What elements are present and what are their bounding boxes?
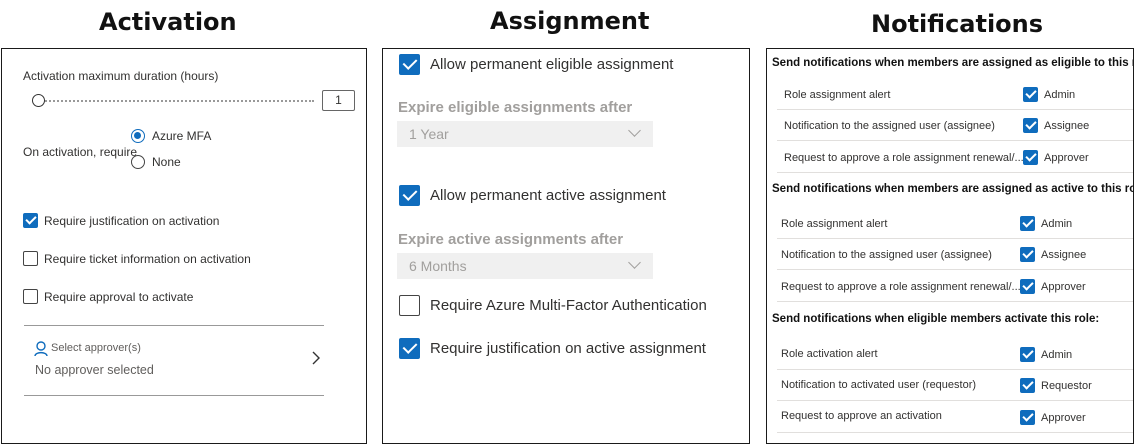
assignment-panel: Allow permanent eligible assignment Expi… (382, 48, 750, 444)
radio-azure-mfa-label: Azure MFA (152, 129, 212, 143)
checkbox-recipient[interactable] (1023, 150, 1038, 165)
table-row: Role activation alert Admin (777, 338, 1133, 370)
assignment-heading: Assignment (490, 7, 650, 35)
divider-top (24, 325, 324, 326)
section-active-title: Send notifications when members are assi… (772, 183, 1134, 195)
radio-none[interactable] (131, 155, 145, 169)
row-recipient: Assignee (1044, 120, 1090, 132)
checkbox-require-ticket[interactable] (23, 251, 38, 266)
row-label: Role assignment alert (781, 218, 888, 230)
checkbox-allow-permanent-eligible[interactable] (399, 54, 420, 75)
expire-active-label: Expire active assignments after (398, 231, 624, 248)
expire-eligible-label: Expire eligible assignments after (398, 99, 633, 116)
row-label: Role assignment alert (784, 89, 891, 101)
checkbox-allow-permanent-active[interactable] (399, 185, 420, 206)
radio-azure-mfa[interactable] (131, 129, 145, 143)
table-row: Request to approve an activation Approve… (777, 401, 1133, 433)
checkbox-require-approval[interactable] (23, 289, 38, 304)
checkbox-require-mfa[interactable] (399, 295, 420, 316)
checkbox-recipient[interactable] (1020, 378, 1035, 393)
checkbox-recipient[interactable] (1020, 410, 1035, 425)
duration-value-input[interactable]: 1 (322, 90, 355, 111)
checkbox-recipient[interactable] (1020, 216, 1035, 231)
require-justification-active-label: Require justification on active assignme… (430, 340, 706, 357)
duration-slider-track[interactable] (38, 100, 314, 102)
table-row: Notification to the assigned user (assig… (777, 110, 1133, 141)
activation-panel: Activation maximum duration (hours) 1 On… (1, 48, 367, 444)
row-label: Role activation alert (781, 348, 878, 360)
allow-permanent-active-label: Allow permanent active assignment (430, 187, 666, 204)
table-row: Notification to the assigned user (assig… (777, 239, 1133, 270)
checkbox-recipient[interactable] (1020, 247, 1035, 262)
row-recipient: Assignee (1041, 249, 1087, 261)
row-recipient: Approver (1041, 412, 1086, 424)
row-recipient: Approver (1041, 281, 1086, 293)
max-duration-label: Activation maximum duration (hours) (23, 69, 219, 83)
require-justification-label: Require justification on activation (44, 214, 220, 228)
section-eligible-title: Send notifications when members are assi… (772, 57, 1134, 69)
table-row: Notification to activated user (requesto… (777, 370, 1133, 401)
approver-value: No approver selected (35, 363, 154, 377)
radio-none-label: None (152, 155, 181, 169)
row-recipient: Requestor (1041, 380, 1092, 392)
row-label: Notification to the assigned user (assig… (781, 249, 992, 261)
notifications-heading: Notifications (871, 10, 1044, 38)
allow-permanent-eligible-label: Allow permanent eligible assignment (430, 56, 674, 73)
activation-heading: Activation (99, 8, 237, 36)
chevron-down-icon (628, 124, 641, 137)
table-row: Role assignment alert Admin (777, 207, 1133, 239)
checkbox-recipient[interactable] (1020, 279, 1035, 294)
expire-eligible-dropdown[interactable]: 1 Year (397, 121, 653, 147)
table-row: Request to approve a role assignment ren… (777, 270, 1133, 302)
row-label: Notification to activated user (requesto… (781, 379, 977, 391)
require-ticket-label: Require ticket information on activation (44, 252, 251, 266)
row-recipient: Approver (1044, 152, 1089, 164)
duration-slider-thumb[interactable] (32, 94, 45, 107)
checkbox-recipient[interactable] (1020, 347, 1035, 362)
select-approvers-row[interactable]: Select approver(s) No approver selected (24, 329, 324, 395)
section-activate-title: Send notifications when eligible members… (772, 313, 1100, 325)
chevron-down-icon (628, 256, 641, 269)
require-on-activation-label: On activation, require (23, 145, 138, 159)
expire-active-dropdown[interactable]: 6 Months (397, 253, 653, 279)
row-recipient: Admin (1041, 218, 1073, 230)
chevron-right-icon (312, 351, 320, 365)
divider-bottom (24, 395, 324, 396)
checkbox-recipient[interactable] (1023, 118, 1038, 133)
person-icon (34, 341, 48, 357)
checkbox-require-justification-active[interactable] (399, 338, 420, 359)
require-mfa-label: Require Azure Multi-Factor Authenticatio… (430, 297, 707, 314)
require-approval-label: Require approval to activate (44, 290, 194, 304)
row-label: Request to approve a role assignment ren… (784, 152, 1024, 164)
select-approvers-label: Select approver(s) (51, 342, 141, 354)
expire-eligible-value: 1 Year (409, 126, 449, 142)
checkbox-require-justification[interactable] (23, 213, 38, 228)
row-recipient: Admin (1041, 349, 1073, 361)
row-recipient: Admin (1044, 89, 1076, 101)
table-row: Request to approve a role assignment ren… (777, 141, 1133, 173)
checkbox-recipient[interactable] (1023, 87, 1038, 102)
row-label: Request to approve an activation (781, 410, 942, 422)
notifications-panel: Send notifications when members are assi… (766, 48, 1134, 444)
row-label: Request to approve a role assignment ren… (781, 281, 1021, 293)
expire-active-value: 6 Months (409, 258, 467, 274)
row-label: Notification to the assigned user (assig… (784, 120, 995, 132)
table-row: Role assignment alert Admin (777, 78, 1133, 110)
